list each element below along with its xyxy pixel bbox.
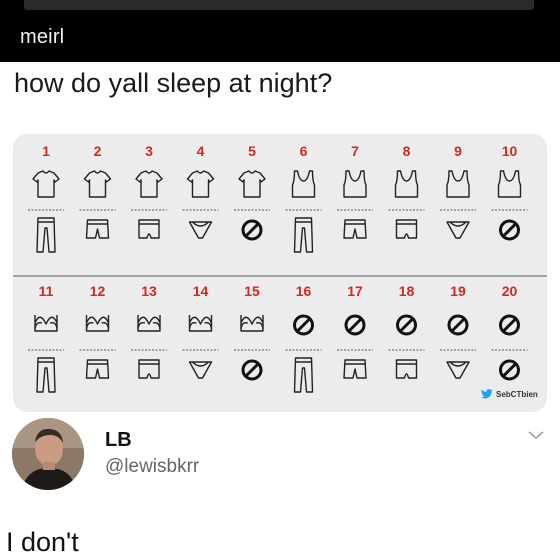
outfit-number: 12 (90, 283, 106, 299)
outfit-number: 15 (244, 283, 260, 299)
outfit-number: 17 (347, 283, 363, 299)
sleepwear-chart-panel: 1 2 3 4 5 6 7 8 9 10 11 12 13 14 15 16 17 18 19 20 (13, 134, 547, 412)
bottom-shorts-icon (343, 219, 367, 239)
top-none-icon (499, 314, 520, 336)
chevron-down-icon[interactable] (527, 428, 545, 442)
header-top-strip (24, 0, 534, 10)
tweet-author-handle[interactable]: @lewisbkrr (105, 456, 199, 478)
outfit-number: 9 (454, 143, 462, 159)
outfit-number: 2 (94, 143, 102, 159)
top-none-icon (344, 314, 366, 336)
top-tshirt-icon (135, 170, 163, 198)
bottom-pants-icon (36, 357, 56, 393)
outfit-number: 14 (193, 283, 209, 299)
bottom-boxers-icon (395, 219, 418, 239)
top-tshirt-icon (32, 170, 60, 198)
bottom-shorts-icon (85, 219, 110, 239)
bottom-none-icon (499, 359, 520, 381)
top-tshirt-icon (83, 170, 112, 198)
bottom-briefs-icon (446, 221, 470, 239)
top-tank-icon (291, 170, 316, 198)
top-bra-icon (34, 315, 58, 332)
top-tank-icon (343, 170, 367, 198)
tweet-text: I don't (6, 527, 79, 557)
top-none-icon (447, 314, 469, 336)
bottom-boxers-icon (395, 359, 418, 379)
top-bra-icon (85, 315, 110, 332)
bottom-shorts-icon (85, 359, 110, 379)
outfit-number: 7 (351, 143, 359, 159)
twitter-bird-icon (481, 389, 493, 399)
top-tshirt-icon (186, 170, 215, 198)
outfit-number: 6 (300, 143, 308, 159)
bottom-briefs-icon (188, 221, 213, 239)
top-none-icon (293, 314, 314, 336)
avatar-photo (12, 418, 84, 490)
chart-watermark: SebCTbien (481, 389, 538, 399)
top-tank-icon (394, 170, 419, 198)
outfit-number: 11 (39, 283, 54, 299)
top-bra-icon (188, 315, 213, 332)
outfit-number: 3 (145, 143, 153, 159)
outfit-number: 5 (248, 143, 256, 159)
bottom-pants-icon (293, 357, 314, 393)
top-tshirt-icon (238, 170, 266, 198)
outfit-number: 16 (296, 283, 312, 299)
outfit-number: 4 (197, 143, 205, 159)
outfit-number: 20 (502, 283, 518, 299)
bottom-boxers-icon (138, 359, 160, 379)
subreddit-header: meirl (0, 0, 560, 62)
top-bra-icon (137, 315, 161, 332)
sleepwear-chart: 1 2 3 4 5 6 7 8 9 1011 12 13 14 15 16 17 18 19 20 (13, 143, 547, 393)
bottom-pants-icon (293, 217, 314, 253)
top-tank-icon (497, 170, 522, 198)
bottom-boxers-icon (138, 219, 160, 239)
subreddit-name[interactable]: meirl (20, 26, 64, 49)
tweet-author-name[interactable]: LB (105, 429, 132, 452)
outfit-number: 10 (502, 143, 518, 159)
bottom-shorts-icon (343, 359, 367, 379)
watermark-text: SebCTbien (496, 389, 538, 399)
bottom-none-icon (499, 219, 520, 241)
bottom-briefs-icon (446, 361, 470, 379)
post-title: how do yall sleep at night? (14, 68, 333, 98)
outfit-number: 13 (141, 283, 157, 299)
outfit-number: 8 (403, 143, 411, 159)
bottom-pants-icon (36, 217, 56, 253)
top-bra-icon (240, 315, 264, 332)
avatar[interactable] (12, 418, 84, 490)
outfit-number: 19 (450, 283, 466, 299)
bottom-briefs-icon (188, 361, 213, 379)
bottom-none-icon (241, 219, 263, 241)
bottom-none-icon (241, 359, 263, 381)
top-tank-icon (446, 170, 470, 198)
outfit-number: 1 (42, 143, 50, 159)
top-none-icon (396, 314, 417, 336)
outfit-number: 18 (399, 283, 415, 299)
